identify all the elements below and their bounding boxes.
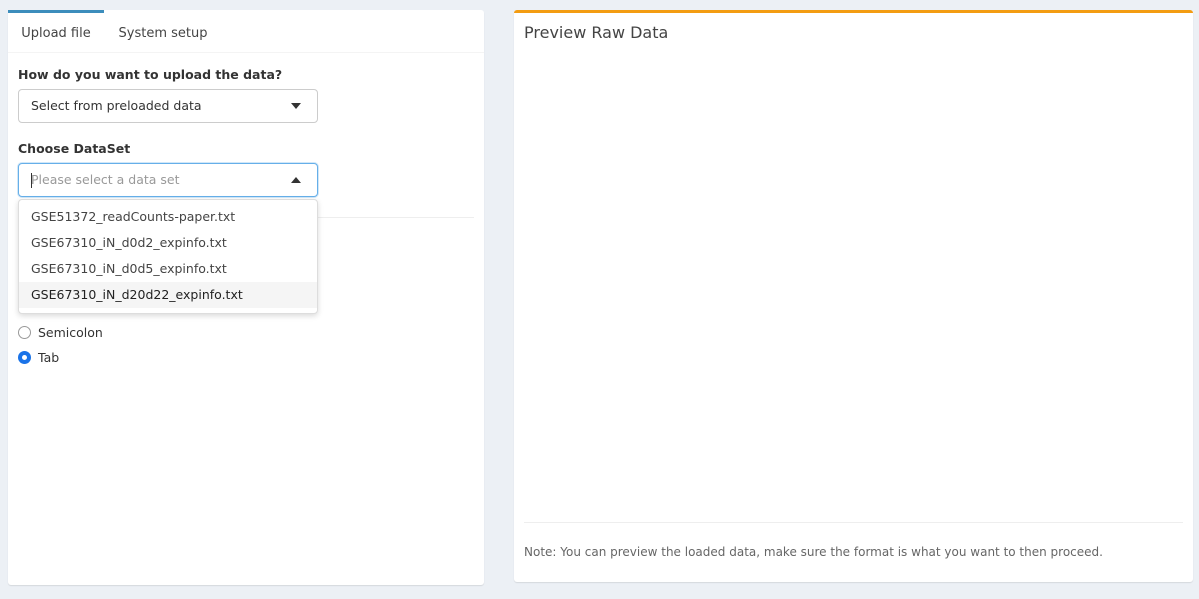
input-panel: Upload file System setup How do you want… [8,10,484,585]
chevron-up-icon [291,177,301,183]
tab-bar: Upload file System setup [8,10,484,53]
dataset-placeholder: Please select a data set [31,172,180,187]
panel-title: Preview Raw Data [524,23,669,42]
upload-method-label: How do you want to upload the data? [18,67,283,82]
radio-button[interactable] [18,326,31,339]
radio-label: Tab [38,350,60,365]
footer-divider [524,522,1183,523]
radio-label: Semicolon [38,325,103,340]
preview-panel: Preview Raw Data Note: You can preview t… [514,10,1193,582]
dataset-select[interactable]: Please select a data set [18,163,318,197]
dataset-dropdown-menu: GSE51372_readCounts-paper.txt GSE67310_i… [18,199,318,314]
dataset-label: Choose DataSet [18,141,131,156]
tab-upload-file[interactable]: Upload file [8,10,104,53]
radio-button-checked[interactable] [18,351,31,364]
dropdown-option[interactable]: GSE67310_iN_d0d5_expinfo.txt [19,256,317,282]
text-cursor [31,173,32,188]
dropdown-option[interactable]: GSE51372_readCounts-paper.txt [19,204,317,230]
upload-method-select[interactable]: Select from preloaded data [18,89,318,123]
dropdown-option[interactable]: GSE67310_iN_d0d2_expinfo.txt [19,230,317,256]
dropdown-option-highlighted[interactable]: GSE67310_iN_d20d22_expinfo.txt [19,282,317,308]
chevron-down-icon [291,103,301,109]
upload-method-value: Select from preloaded data [31,98,202,113]
footer-note: Note: You can preview the loaded data, m… [524,545,1103,559]
tab-system-setup[interactable]: System setup [108,10,218,53]
